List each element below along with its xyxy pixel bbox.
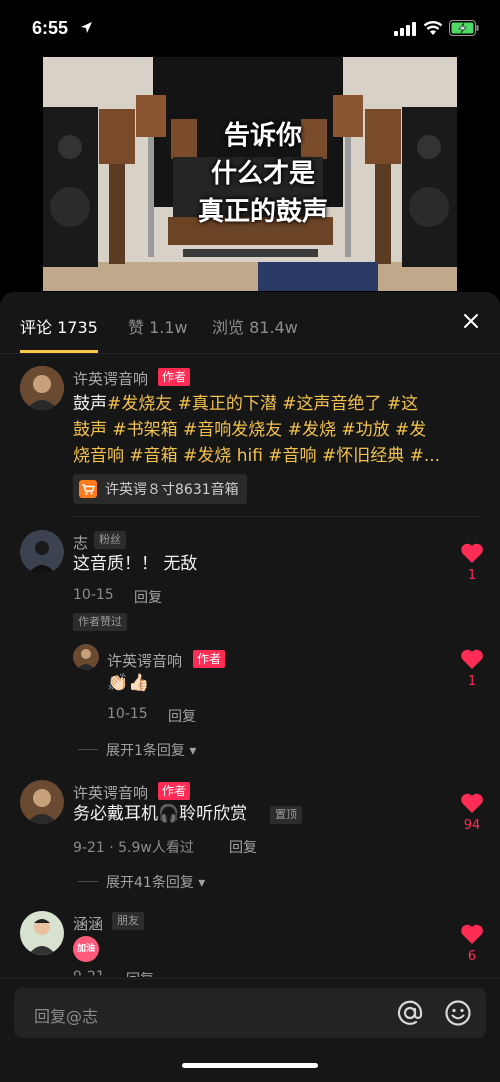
reply-button[interactable]: 回复 — [229, 837, 257, 857]
author-badge: 作者 — [193, 650, 226, 668]
reply-date: 10-15 — [107, 706, 148, 722]
tab-comments[interactable]: 评论 1735 — [20, 314, 98, 338]
product-link[interactable]: 许英谔８寸8631音箱 — [73, 474, 247, 504]
like-button[interactable]: 1 — [459, 542, 485, 583]
comment-text: 务必戴耳机🎧聆听欣赏 — [73, 804, 248, 824]
tab-views[interactable]: 浏览 81.4w — [212, 314, 298, 338]
friend-badge: 朋友 — [112, 912, 144, 930]
video-caption: 告诉你 什么才是 真正的鼓声 — [163, 117, 363, 231]
caption-line: 什么才是 — [210, 159, 315, 189]
heart-icon — [461, 793, 483, 813]
avatar[interactable] — [20, 530, 64, 574]
active-tab-indicator — [20, 350, 98, 353]
like-count: 6 — [467, 949, 477, 964]
avatar[interactable] — [20, 366, 64, 410]
like-button[interactable]: 94 — [459, 792, 485, 833]
status-bar: 6:55 — [0, 0, 500, 56]
heart-icon — [461, 543, 483, 563]
comment-tabs: 评论 1735 赞 1.1w 浏览 81.4w — [0, 292, 500, 354]
author-badge: 作者 — [158, 368, 191, 386]
expand-replies-label: 展开41条回复 — [106, 875, 194, 891]
close-icon[interactable] — [460, 310, 482, 332]
home-indicator — [182, 1063, 318, 1068]
hashtag-line[interactable]: #发烧友 #真正的下潜 #这声音绝了 #这 — [107, 394, 418, 414]
reply-input[interactable]: 回复@志 — [14, 988, 486, 1038]
expand-replies-button[interactable]: 展开1条回复 ▾ — [106, 740, 196, 760]
like-button[interactable]: 6 — [459, 923, 485, 964]
shopping-cart-icon — [79, 480, 97, 498]
status-time: 6:55 — [32, 18, 69, 38]
comment-text: 鼓声#发烧友 #真正的下潜 #这声音绝了 #这 鼓声 #书架箱 #音响发烧友 #… — [73, 391, 473, 469]
product-label: 许英谔８寸8631音箱 — [105, 482, 239, 498]
reply-button[interactable]: 回复 — [134, 587, 162, 607]
comment-username[interactable]: 志 — [73, 532, 88, 553]
fan-badge: 粉丝 — [94, 531, 126, 549]
comment-username[interactable]: 涵涵 — [73, 913, 103, 934]
reply-input-bar: 回复@志 — [0, 978, 500, 1082]
reply-username[interactable]: 许英谔音响 — [107, 650, 182, 671]
cellular-signal-icon — [394, 22, 416, 36]
emoji-icon[interactable] — [444, 999, 472, 1027]
expand-divider — [78, 881, 98, 882]
avatar[interactable] — [20, 911, 64, 955]
reply-text: 👏🏻👍🏻 — [107, 673, 150, 693]
avatar[interactable] — [20, 780, 64, 824]
pinned-badge: 置顶 — [270, 806, 302, 824]
avatar-portrait-icon — [20, 911, 64, 955]
at-mention-icon[interactable] — [396, 999, 424, 1027]
chevron-down-icon: ▾ — [189, 743, 197, 759]
author-badge: 作者 — [158, 782, 191, 800]
chevron-down-icon: ▾ — [198, 875, 206, 891]
expand-replies-label: 展开1条回复 — [106, 743, 185, 759]
liked-by-author-badge: 作者赞过 — [73, 613, 127, 631]
video-player[interactable]: 告诉你 什么才是 真正的鼓声 — [43, 57, 457, 291]
wifi-icon — [423, 21, 443, 35]
hashtag-line[interactable]: 鼓声 #书架箱 #音响发烧友 #发烧 #功放 #发 — [73, 417, 473, 443]
avatar-portrait-icon — [73, 644, 99, 670]
like-button[interactable]: 1 — [459, 648, 485, 689]
avatar-portrait-icon — [20, 530, 64, 574]
heart-icon — [461, 649, 483, 669]
avatar-portrait-icon — [20, 366, 64, 410]
comment-text: 这音质！！ 无敌 — [73, 554, 198, 574]
comment-username[interactable]: 许英谔音响 — [73, 782, 148, 803]
reply-input-placeholder: 回复@志 — [34, 1007, 99, 1026]
like-count: 1 — [467, 674, 477, 689]
heart-icon — [461, 924, 483, 944]
comment-meta: 9-21 · 5.9w人看过 — [73, 840, 194, 856]
avatar-portrait-icon — [20, 780, 64, 824]
hashtag-line[interactable]: 烧音响 #音箱 #发烧 hifi #音响 #怀旧经典 #... — [73, 443, 473, 469]
tab-likes[interactable]: 赞 1.1w — [128, 314, 188, 338]
sticker-cheer: 加油 — [73, 936, 99, 962]
reply-button[interactable]: 回复 — [168, 706, 196, 726]
divider — [73, 516, 480, 517]
comment-date: 10-15 — [73, 587, 114, 603]
caption-line: 真正的鼓声 — [197, 197, 328, 227]
expand-replies-button[interactable]: 展开41条回复 ▾ — [106, 872, 205, 892]
caption-line: 告诉你 — [223, 121, 302, 151]
comment-panel: 评论 1735 赞 1.1w 浏览 81.4w 许英谔音响 作者 鼓声#发烧友 … — [0, 292, 500, 1082]
like-count: 1 — [467, 568, 477, 583]
like-count: 94 — [463, 818, 481, 833]
expand-divider — [78, 749, 98, 750]
location-arrow-icon — [81, 22, 92, 33]
comment-text-plain: 鼓声 — [73, 394, 107, 414]
comment-username[interactable]: 许英谔音响 — [73, 368, 148, 389]
avatar[interactable] — [73, 644, 99, 670]
battery-charging-icon — [449, 20, 479, 36]
